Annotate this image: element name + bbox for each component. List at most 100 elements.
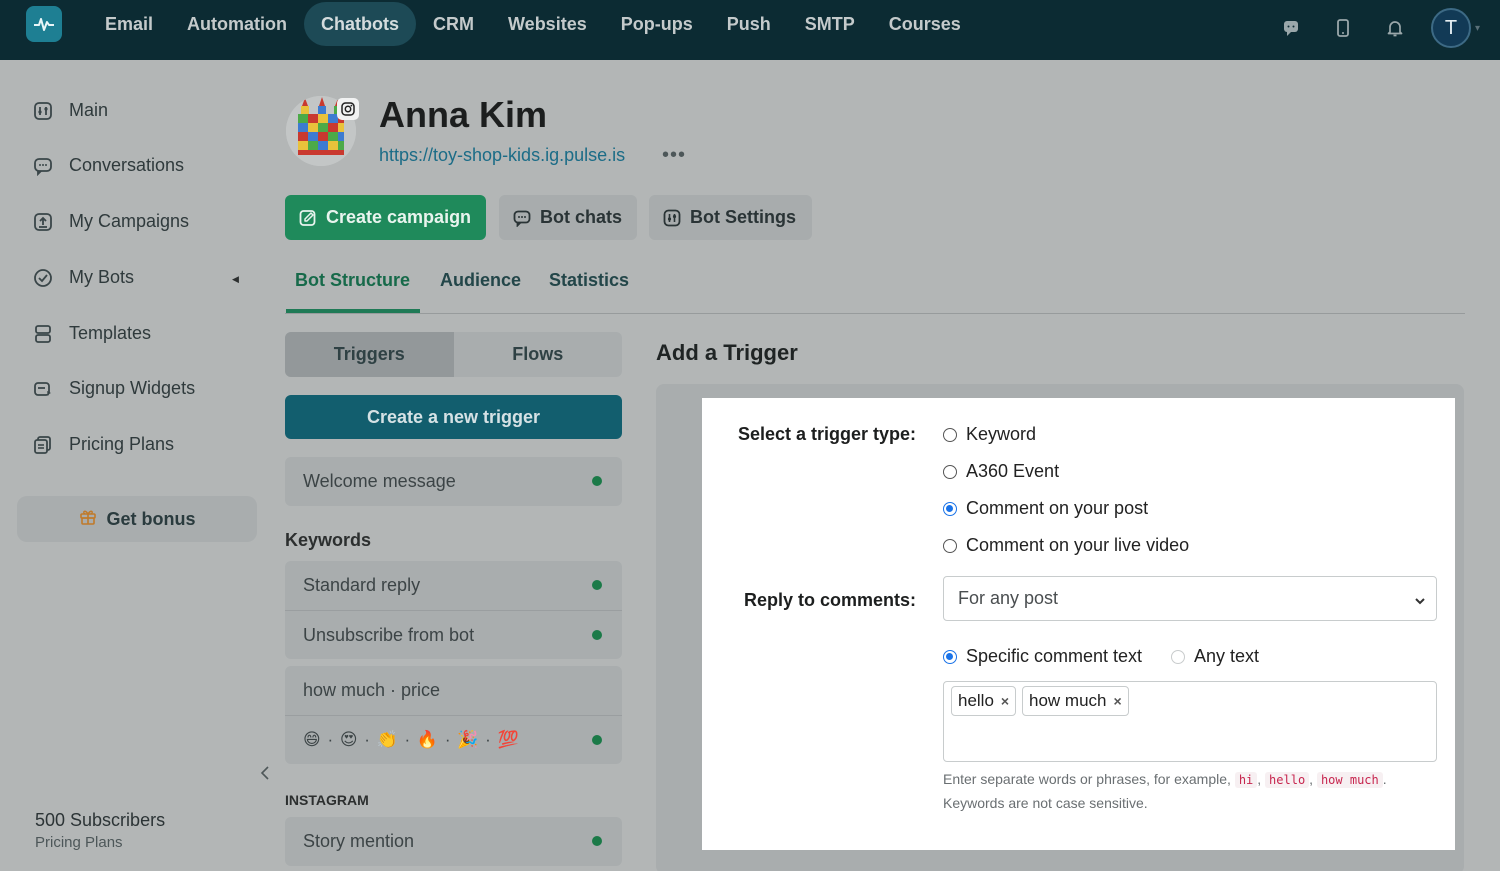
keyword-tag: hello × [951, 686, 1017, 716]
keywords-heading: Keywords [285, 530, 372, 550]
instagram-heading: INSTAGRAM [285, 792, 369, 808]
active-status-dot [592, 630, 602, 640]
trigger-item-standard-reply[interactable]: Standard reply [285, 561, 622, 610]
trigger-label: Story mention [303, 831, 415, 851]
active-status-dot [592, 735, 602, 745]
sidebar-item-signup-widgets[interactable]: Signup Widgets [33, 378, 195, 399]
trigger-item-story-mention[interactable]: Story mention [285, 817, 622, 866]
bot-settings-button[interactable]: Bot Settings [649, 195, 812, 240]
trigger-type-label: Select a trigger type: [737, 424, 916, 444]
radio-label: Specific comment text [966, 646, 1143, 666]
bot-settings-label: Bot Settings [690, 207, 796, 227]
trigger-item-emoji[interactable]: 😄 · 😍 · 👏 · 🔥 · 🎉 · 💯 [285, 715, 622, 764]
nav-chatbots[interactable]: Chatbots [304, 2, 417, 46]
radio-comment-on-post[interactable]: Comment on your post [943, 498, 1148, 519]
create-new-trigger-button[interactable]: Create a new trigger [285, 395, 622, 439]
radio-button [943, 538, 957, 553]
get-bonus-button[interactable]: Get bonus [17, 496, 257, 542]
keyword-tag: how much × [1022, 686, 1129, 716]
nav-email[interactable]: Email [88, 2, 170, 46]
radio-keyword[interactable]: Keyword [943, 424, 1036, 445]
tab-bot-structure[interactable]: Bot Structure [295, 270, 410, 291]
help-suffix: Keywords are not case sensitive. [943, 795, 1148, 811]
keywords-tag-input[interactable]: hello × how much × [943, 681, 1437, 762]
sidebar-item-label: Pricing Plans [69, 434, 175, 454]
reply-to-comments-label: Reply to comments: [743, 590, 916, 610]
bot-icon [33, 268, 53, 288]
reply-to-comments-select[interactable]: For any post [943, 576, 1437, 621]
nav-popups[interactable]: Pop-ups [604, 2, 710, 46]
trigger-label: Standard reply [303, 575, 421, 595]
nav-websites[interactable]: Websites [491, 2, 604, 46]
sidebar-item-pricing-plans[interactable]: Pricing Plans [33, 434, 174, 455]
remove-tag-icon[interactable]: × [1001, 693, 1009, 709]
pricing-icon [33, 435, 53, 455]
upload-icon [33, 212, 53, 232]
avatar-caret-icon[interactable]: ▾ [1475, 23, 1480, 34]
sidebar-item-my-campaigns[interactable]: My Campaigns [33, 211, 189, 232]
segment-flows[interactable]: Flows [454, 332, 623, 377]
support-chat-icon[interactable] [1265, 12, 1317, 44]
create-campaign-label: Create campaign [326, 207, 472, 227]
radio-any-text[interactable]: Any text [1171, 646, 1259, 667]
more-options-icon[interactable]: ••• [662, 144, 686, 167]
nav-courses[interactable]: Courses [872, 2, 978, 46]
sidebar-item-my-bots[interactable]: My Bots [33, 267, 134, 288]
segment-triggers[interactable]: Triggers [285, 332, 454, 377]
trigger-label: Unsubscribe from bot [303, 624, 475, 645]
radio-label: Keyword [966, 424, 1037, 444]
instagram-triggers-card: Story mention [285, 817, 622, 866]
radio-button [943, 464, 957, 479]
radio-button [943, 427, 957, 442]
collapse-sidebar-icon[interactable] [260, 766, 270, 785]
subscriber-count: 500 Subscribers [35, 810, 166, 830]
welcome-trigger-card: Welcome message [285, 457, 622, 506]
bot-url-link[interactable]: https://toy-shop-kids.ig.pulse.is [379, 145, 625, 166]
get-bonus-label: Get bonus [106, 508, 196, 529]
chevron-down-icon [1414, 591, 1426, 612]
triggers-flows-switch: Triggers Flows [285, 332, 622, 377]
nav-crm[interactable]: CRM [416, 2, 491, 46]
trigger-item-unsubscribe[interactable]: Unsubscribe from bot [285, 610, 622, 659]
nav-smtp[interactable]: SMTP [788, 2, 872, 46]
sidebar-item-main[interactable]: Main [33, 100, 108, 121]
pricing-plans-link[interactable]: Pricing Plans [35, 834, 165, 851]
sidebar-item-templates[interactable]: Templates [33, 323, 151, 344]
pulse-logo-icon[interactable] [26, 6, 62, 42]
radio-comment-on-live-video[interactable]: Comment on your live video [943, 535, 1189, 556]
emoji-keywords: 😄 · 😍 · 👏 · 🔥 · 🎉 · 💯 [303, 730, 520, 749]
sidebar-item-label: Main [69, 100, 109, 120]
user-avatar[interactable]: T [1430, 8, 1471, 48]
radio-label: Comment on your live video [966, 535, 1190, 555]
keyword-triggers-card: Standard reply Unsubscribe from bot [285, 561, 622, 659]
trigger-label: how much · price [303, 680, 441, 700]
trigger-item-welcome[interactable]: Welcome message [285, 457, 622, 506]
sidebar-item-label: Conversations [69, 155, 185, 175]
trigger-label: Welcome message [303, 471, 456, 491]
tag-label: how much [1029, 691, 1107, 710]
notifications-bell-icon[interactable] [1369, 12, 1421, 44]
tab-statistics[interactable]: Statistics [549, 270, 629, 291]
nav-push[interactable]: Push [710, 2, 788, 46]
example-keyword: hi [1234, 772, 1258, 788]
my-bots-caret-icon[interactable]: ◀ [232, 274, 239, 285]
settings-sliders-icon [663, 209, 681, 227]
bot-chats-button[interactable]: Bot chats [499, 195, 637, 240]
remove-tag-icon[interactable]: × [1113, 693, 1121, 709]
bot-tabs: Bot Structure Audience Statistics [285, 266, 1465, 314]
gift-icon [79, 508, 97, 531]
sidebar-item-label: My Campaigns [69, 211, 190, 231]
radio-specific-comment-text[interactable]: Specific comment text [943, 646, 1142, 667]
top-icons: T ▾ [1265, 8, 1480, 48]
create-campaign-button[interactable]: Create campaign [285, 195, 486, 240]
sidebar-item-conversations[interactable]: Conversations [33, 155, 184, 176]
dashboard-icon [33, 101, 53, 121]
mobile-app-icon[interactable] [1317, 12, 1369, 44]
radio-label: Comment on your post [966, 498, 1149, 518]
help-prefix: Enter separate words or phrases, for exa… [943, 771, 1231, 787]
tab-audience[interactable]: Audience [440, 270, 521, 291]
widget-icon [33, 379, 53, 399]
radio-a360-event[interactable]: A360 Event [943, 461, 1059, 482]
trigger-item-how-much-price[interactable]: how much · price [285, 666, 622, 715]
nav-automation[interactable]: Automation [170, 2, 304, 46]
